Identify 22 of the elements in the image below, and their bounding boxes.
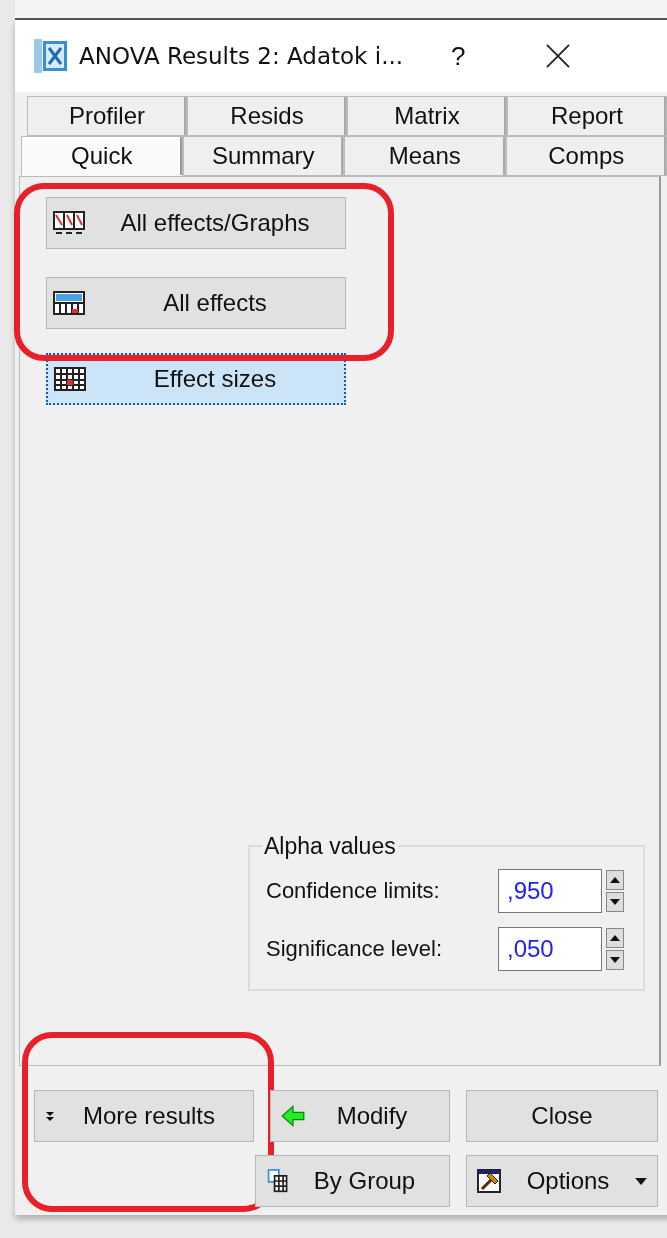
footer-button[interactable]: Close <box>466 1090 658 1142</box>
tab[interactable]: Comps <box>505 136 667 176</box>
result-button[interactable]: All effects/Graphs <box>46 197 346 249</box>
footer-button[interactable]: By Group <box>255 1155 450 1207</box>
help-button[interactable]: ? <box>451 40 466 72</box>
tab[interactable]: Report <box>507 96 667 136</box>
input-field[interactable]: ,050 <box>498 927 602 971</box>
footer-button[interactable]: Options <box>466 1155 658 1207</box>
tab[interactable]: Profiler <box>27 96 187 136</box>
tab[interactable]: Matrix <box>347 96 507 136</box>
footer-button[interactable]: Modify <box>270 1090 450 1142</box>
group-title: Alpha values <box>262 833 398 860</box>
tab[interactable]: Means <box>344 136 506 176</box>
input-field[interactable]: ,950 <box>498 869 602 913</box>
footer-button[interactable]: More results <box>34 1090 254 1142</box>
field-label: Confidence limits: <box>266 878 441 904</box>
tab[interactable]: Summary <box>182 136 344 176</box>
field-label: Significance level: <box>266 936 444 962</box>
tab[interactable]: Resids <box>187 96 347 136</box>
window-title: ANOVA Results 2: Adatok i... <box>79 43 404 69</box>
result-button[interactable]: All effects <box>46 277 346 329</box>
tab[interactable]: Quick <box>21 136 183 176</box>
